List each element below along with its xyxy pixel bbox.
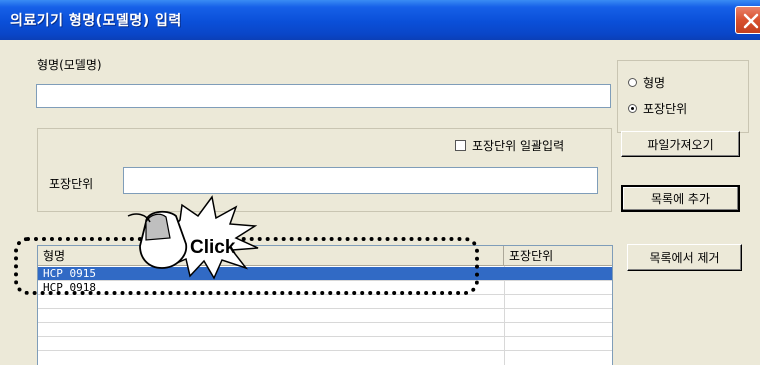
dialog-window: 의료기기 형명(모델명) 입력 형명(모델명) 형명 포장단위 포장단위 일괄입… — [0, 0, 760, 365]
click-label: Click — [190, 237, 236, 258]
mouse-icon — [127, 210, 188, 269]
annotation-overlay: Click — [127, 195, 259, 280]
